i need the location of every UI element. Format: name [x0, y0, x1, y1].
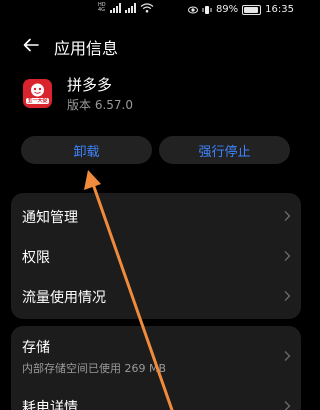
back-arrow-icon[interactable]	[22, 36, 40, 54]
app-icon: 五一大促	[23, 79, 52, 108]
signal-icon-2	[124, 3, 136, 13]
app-version: 版本 6.57.0	[67, 98, 133, 112]
chevron-right-icon	[284, 351, 291, 361]
settings-item-notifications[interactable]: 通知管理	[11, 196, 301, 236]
chevron-right-icon	[284, 251, 291, 261]
clock: 16:35	[265, 4, 294, 15]
app-name: 拼多多	[67, 76, 113, 94]
chevron-right-icon	[284, 401, 291, 410]
settings-item-battery-details[interactable]: 耗电详情	[11, 386, 301, 410]
chevron-right-icon	[284, 291, 291, 301]
network-tag-bottom: 4G	[98, 7, 106, 13]
app-icon-badge: 五一大促	[26, 98, 49, 104]
settings-item-data-usage[interactable]: 流量使用情况	[11, 276, 301, 316]
settings-item-storage[interactable]: 存储 内部存储空间已使用 269 MB	[11, 326, 301, 382]
chevron-right-icon	[284, 211, 291, 221]
status-bar-left: HD 4G	[98, 3, 154, 13]
battery-percent: 89%	[215, 4, 239, 15]
status-bar: HD 4G 89% 16:35	[0, 0, 311, 22]
settings-item-label: 权限	[22, 250, 50, 266]
wifi-icon	[140, 3, 154, 13]
storage-usage-text: 内部存储空间已使用 269 MB	[22, 362, 167, 375]
settings-item-label: 流量使用情况	[22, 290, 106, 306]
settings-item-permissions[interactable]: 权限	[11, 236, 301, 276]
uninstall-button[interactable]: 卸载	[21, 136, 152, 164]
settings-card-secondary: 存储 内部存储空间已使用 269 MB 耗电详情	[11, 326, 301, 410]
page-title: 应用信息	[54, 39, 119, 58]
network-type-tag: HD 4G	[98, 3, 106, 13]
signal-icon	[109, 3, 121, 13]
app-bar: 应用信息	[0, 32, 311, 60]
eye-comfort-icon	[187, 6, 198, 13]
status-bar-right: 89% 16:35	[187, 4, 294, 15]
battery-icon	[242, 4, 262, 15]
settings-item-label: 通知管理	[22, 210, 78, 226]
settings-card-primary: 通知管理 权限 流量使用情况	[11, 193, 301, 319]
vibrate-icon	[202, 5, 212, 14]
settings-item-label: 存储	[22, 340, 50, 356]
settings-item-label: 耗电详情	[22, 400, 78, 410]
force-stop-button[interactable]: 强行停止	[159, 136, 290, 164]
